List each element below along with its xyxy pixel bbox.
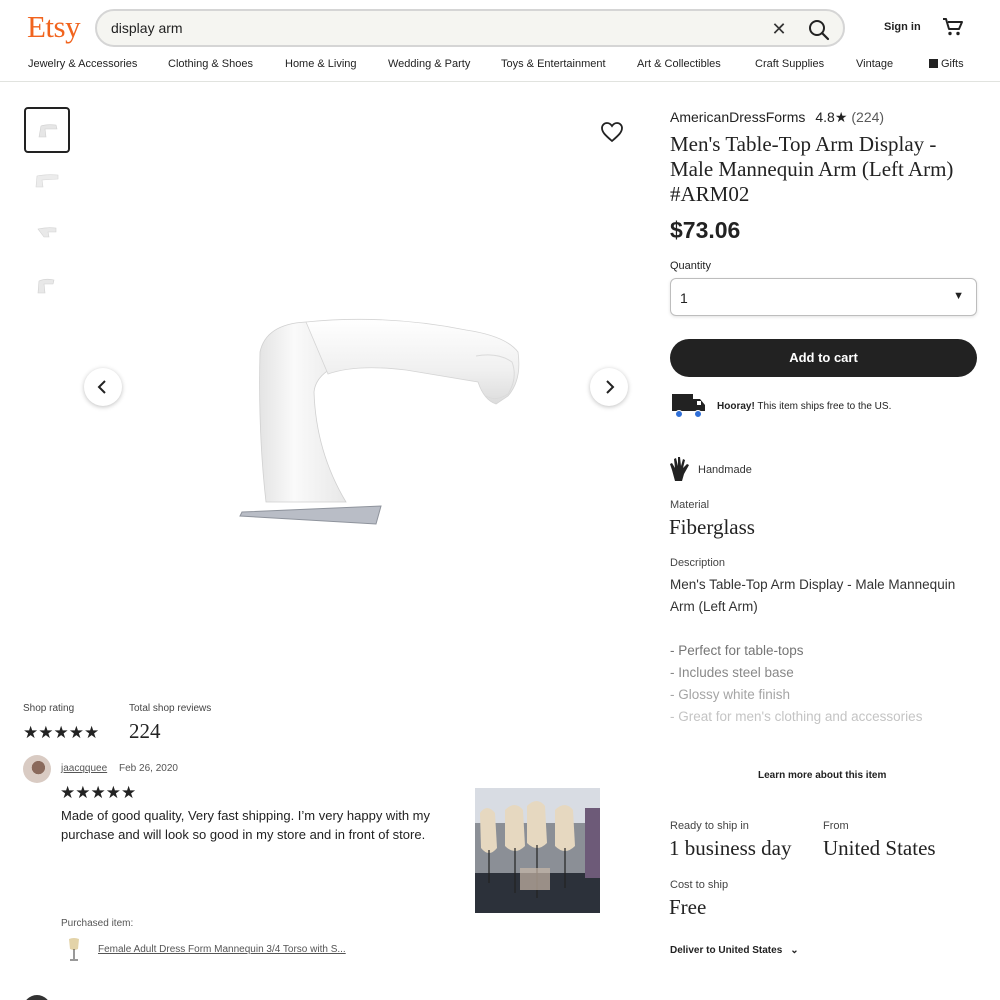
shipping-hooray: Hooray! <box>717 401 755 412</box>
chevron-left-icon <box>97 380 106 394</box>
ready-to-ship-label: Ready to ship in <box>670 820 749 832</box>
cost-to-ship-label: Cost to ship <box>670 879 729 891</box>
from-value: United States <box>823 836 936 860</box>
nav-gifts-label: Gifts <box>941 58 964 70</box>
purchased-item-label: Purchased item: <box>61 918 134 929</box>
shop-rating-stars: ★★★★★ <box>23 723 100 742</box>
nav-vintage[interactable]: Vintage <box>856 58 893 70</box>
free-shipping-note: Hooray! This item ships free to the US. <box>717 401 891 412</box>
thumbnail-2[interactable] <box>24 159 70 205</box>
quantity-value: 1 <box>680 290 688 306</box>
description-text: Men's Table-Top Arm Display - Male Manne… <box>670 577 956 614</box>
handmade-label: Handmade <box>698 464 752 476</box>
product-image-mannequin-arm <box>239 318 520 525</box>
quantity-select[interactable]: 1 ▼ <box>670 278 977 316</box>
hand-icon <box>670 457 689 481</box>
gift-icon <box>929 59 938 68</box>
bullet-item: - Great for men's clothing and accessori… <box>670 709 923 724</box>
arm-thumbnail-image <box>37 227 57 238</box>
total-reviews-label: Total shop reviews <box>129 703 212 714</box>
shop-name-link[interactable]: AmericanDressForms <box>670 109 805 125</box>
arm-thumbnail-image <box>37 278 55 294</box>
shop-rating-count[interactable]: (224) <box>851 109 884 125</box>
material-label: Material <box>670 499 710 511</box>
review-photo[interactable] <box>475 788 600 913</box>
quantity-label: Quantity <box>670 260 711 272</box>
search-icon[interactable] <box>805 16 833 44</box>
clear-search-icon[interactable]: ✕ <box>767 17 791 41</box>
arm-thumbnail-image <box>38 124 58 138</box>
total-reviews-value: 224 <box>129 719 161 743</box>
listing-price: $73.06 <box>670 217 741 243</box>
sign-in-link[interactable]: Sign in <box>884 21 921 33</box>
material-value: Fiberglass <box>669 515 755 539</box>
thumbnail-1[interactable] <box>24 107 70 153</box>
ready-to-ship-value: 1 business day <box>669 836 792 860</box>
favorite-heart-icon[interactable] <box>600 121 624 143</box>
next-image-button[interactable] <box>590 368 628 406</box>
reviewer-avatar[interactable] <box>23 995 51 1000</box>
deliver-to-dropdown[interactable]: Deliver to United States ⌄ <box>670 945 799 956</box>
etsy-logo[interactable]: Etsy <box>27 9 81 45</box>
description-label: Description <box>670 557 726 569</box>
reviewer-name-link[interactable]: jaacqquee <box>61 763 107 774</box>
listing-title: Men's Table-Top Arm Display - Male Manne… <box>670 132 954 206</box>
nav-home[interactable]: Home & Living <box>285 58 357 70</box>
caret-down-icon: ▼ <box>953 290 964 302</box>
nav-clothing[interactable]: Clothing & Shoes <box>168 58 253 70</box>
review-stars: ★★★★★ <box>60 783 137 802</box>
nav-gifts[interactable]: Gifts <box>929 58 964 70</box>
previous-image-button[interactable] <box>84 368 122 406</box>
reviewer-avatar[interactable] <box>23 755 51 783</box>
shop-info: AmericanDressForms 4.8★ (224) <box>670 109 884 126</box>
description-fade <box>670 740 977 770</box>
purchased-item-link[interactable]: Female Adult Dress Form Mannequin 3/4 To… <box>98 944 346 955</box>
bullet-item: - Glossy white finish <box>670 687 791 702</box>
add-to-cart-button[interactable]: Add to cart <box>670 339 977 377</box>
nav-jewelry[interactable]: Jewelry & Accessories <box>28 58 137 70</box>
thumbnail-4[interactable] <box>24 263 70 309</box>
cost-to-ship-value: Free <box>669 895 707 919</box>
deliver-to-label: Deliver to United States <box>670 945 783 956</box>
cart-icon[interactable] <box>942 16 964 38</box>
nav-toys[interactable]: Toys & Entertainment <box>501 58 606 70</box>
from-label: From <box>823 820 849 832</box>
review-text: Made of good quality, Very fast shipping… <box>61 808 430 842</box>
learn-more-button[interactable]: Learn more about this item <box>758 770 886 781</box>
review-date: Feb 26, 2020 <box>119 763 178 774</box>
category-nav: Jewelry & Accessories Clothing & Shoes H… <box>0 58 1000 74</box>
nav-wedding[interactable]: Wedding & Party <box>388 58 470 70</box>
nav-art[interactable]: Art & Collectibles <box>637 58 721 70</box>
search-input[interactable]: display arm <box>111 20 183 36</box>
description-bullets: - Perfect for table-tops - Includes stee… <box>670 640 970 728</box>
delivery-truck-icon <box>672 394 705 418</box>
purchased-item-thumbnail[interactable] <box>66 937 82 962</box>
site-header: Etsy display arm ✕ Sign in Jewelry & Acc… <box>0 0 1000 82</box>
thumbnail-3[interactable] <box>24 211 70 257</box>
shipping-text: This item ships free to the US. <box>757 401 892 412</box>
chevron-down-icon: ⌄ <box>790 945 799 956</box>
search-bar[interactable]: display arm ✕ <box>95 9 845 47</box>
arm-thumbnail-image <box>35 174 59 188</box>
nav-craft[interactable]: Craft Supplies <box>755 58 824 70</box>
bullet-item: - Includes steel base <box>670 665 794 680</box>
chevron-right-icon <box>606 380 615 394</box>
bullet-item: - Perfect for table-tops <box>670 643 804 658</box>
shop-rating: 4.8★ <box>815 109 848 125</box>
shop-rating-label: Shop rating <box>23 703 75 714</box>
